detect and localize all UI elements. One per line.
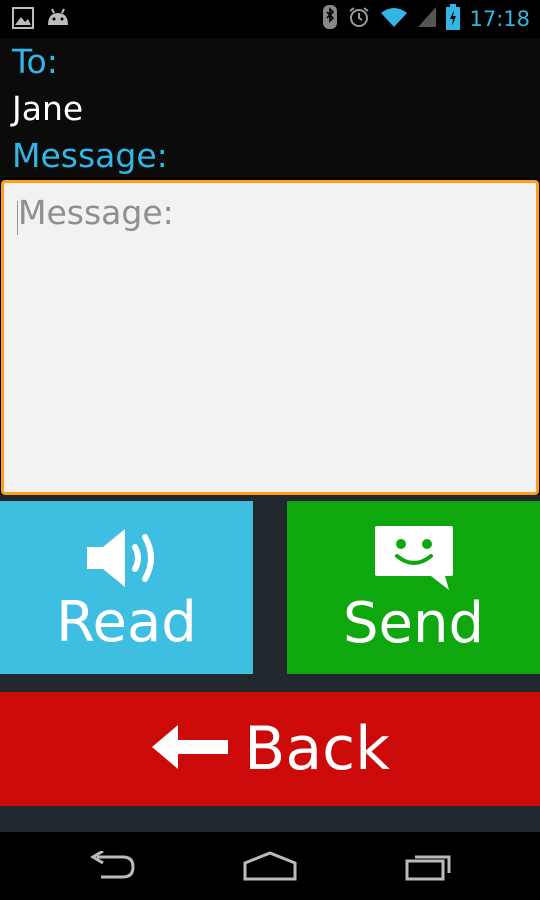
read-label: Read xyxy=(56,589,197,655)
smiley-message-icon xyxy=(373,524,455,596)
read-button[interactable]: Read xyxy=(0,501,253,674)
arrow-left-icon xyxy=(150,723,230,775)
battery-charging-icon xyxy=(446,4,461,34)
back-label: Back xyxy=(244,714,390,784)
recipient-name: Jane xyxy=(12,89,84,128)
back-nav-icon[interactable] xyxy=(82,846,142,886)
compose-header: To: Jane Message: xyxy=(0,38,540,178)
signal-icon xyxy=(417,6,437,32)
message-input[interactable]: Message: xyxy=(1,180,539,495)
gallery-icon xyxy=(12,7,34,33)
to-label: To: xyxy=(12,42,58,81)
speaker-icon xyxy=(85,525,169,595)
android-icon xyxy=(44,7,72,33)
message-placeholder: Message: xyxy=(18,193,174,232)
home-nav-icon[interactable] xyxy=(240,846,300,886)
send-label: Send xyxy=(342,590,485,656)
back-button[interactable]: Back xyxy=(0,692,540,806)
bluetooth-icon xyxy=(322,4,338,34)
status-bar: 17:18 xyxy=(0,0,540,38)
send-button[interactable]: Send xyxy=(287,501,540,674)
wifi-icon xyxy=(380,6,408,32)
message-label: Message: xyxy=(12,136,168,175)
recents-nav-icon[interactable] xyxy=(398,846,458,886)
navigation-bar xyxy=(0,832,540,900)
alarm-icon xyxy=(347,5,371,33)
clock-time: 17:18 xyxy=(469,7,530,31)
